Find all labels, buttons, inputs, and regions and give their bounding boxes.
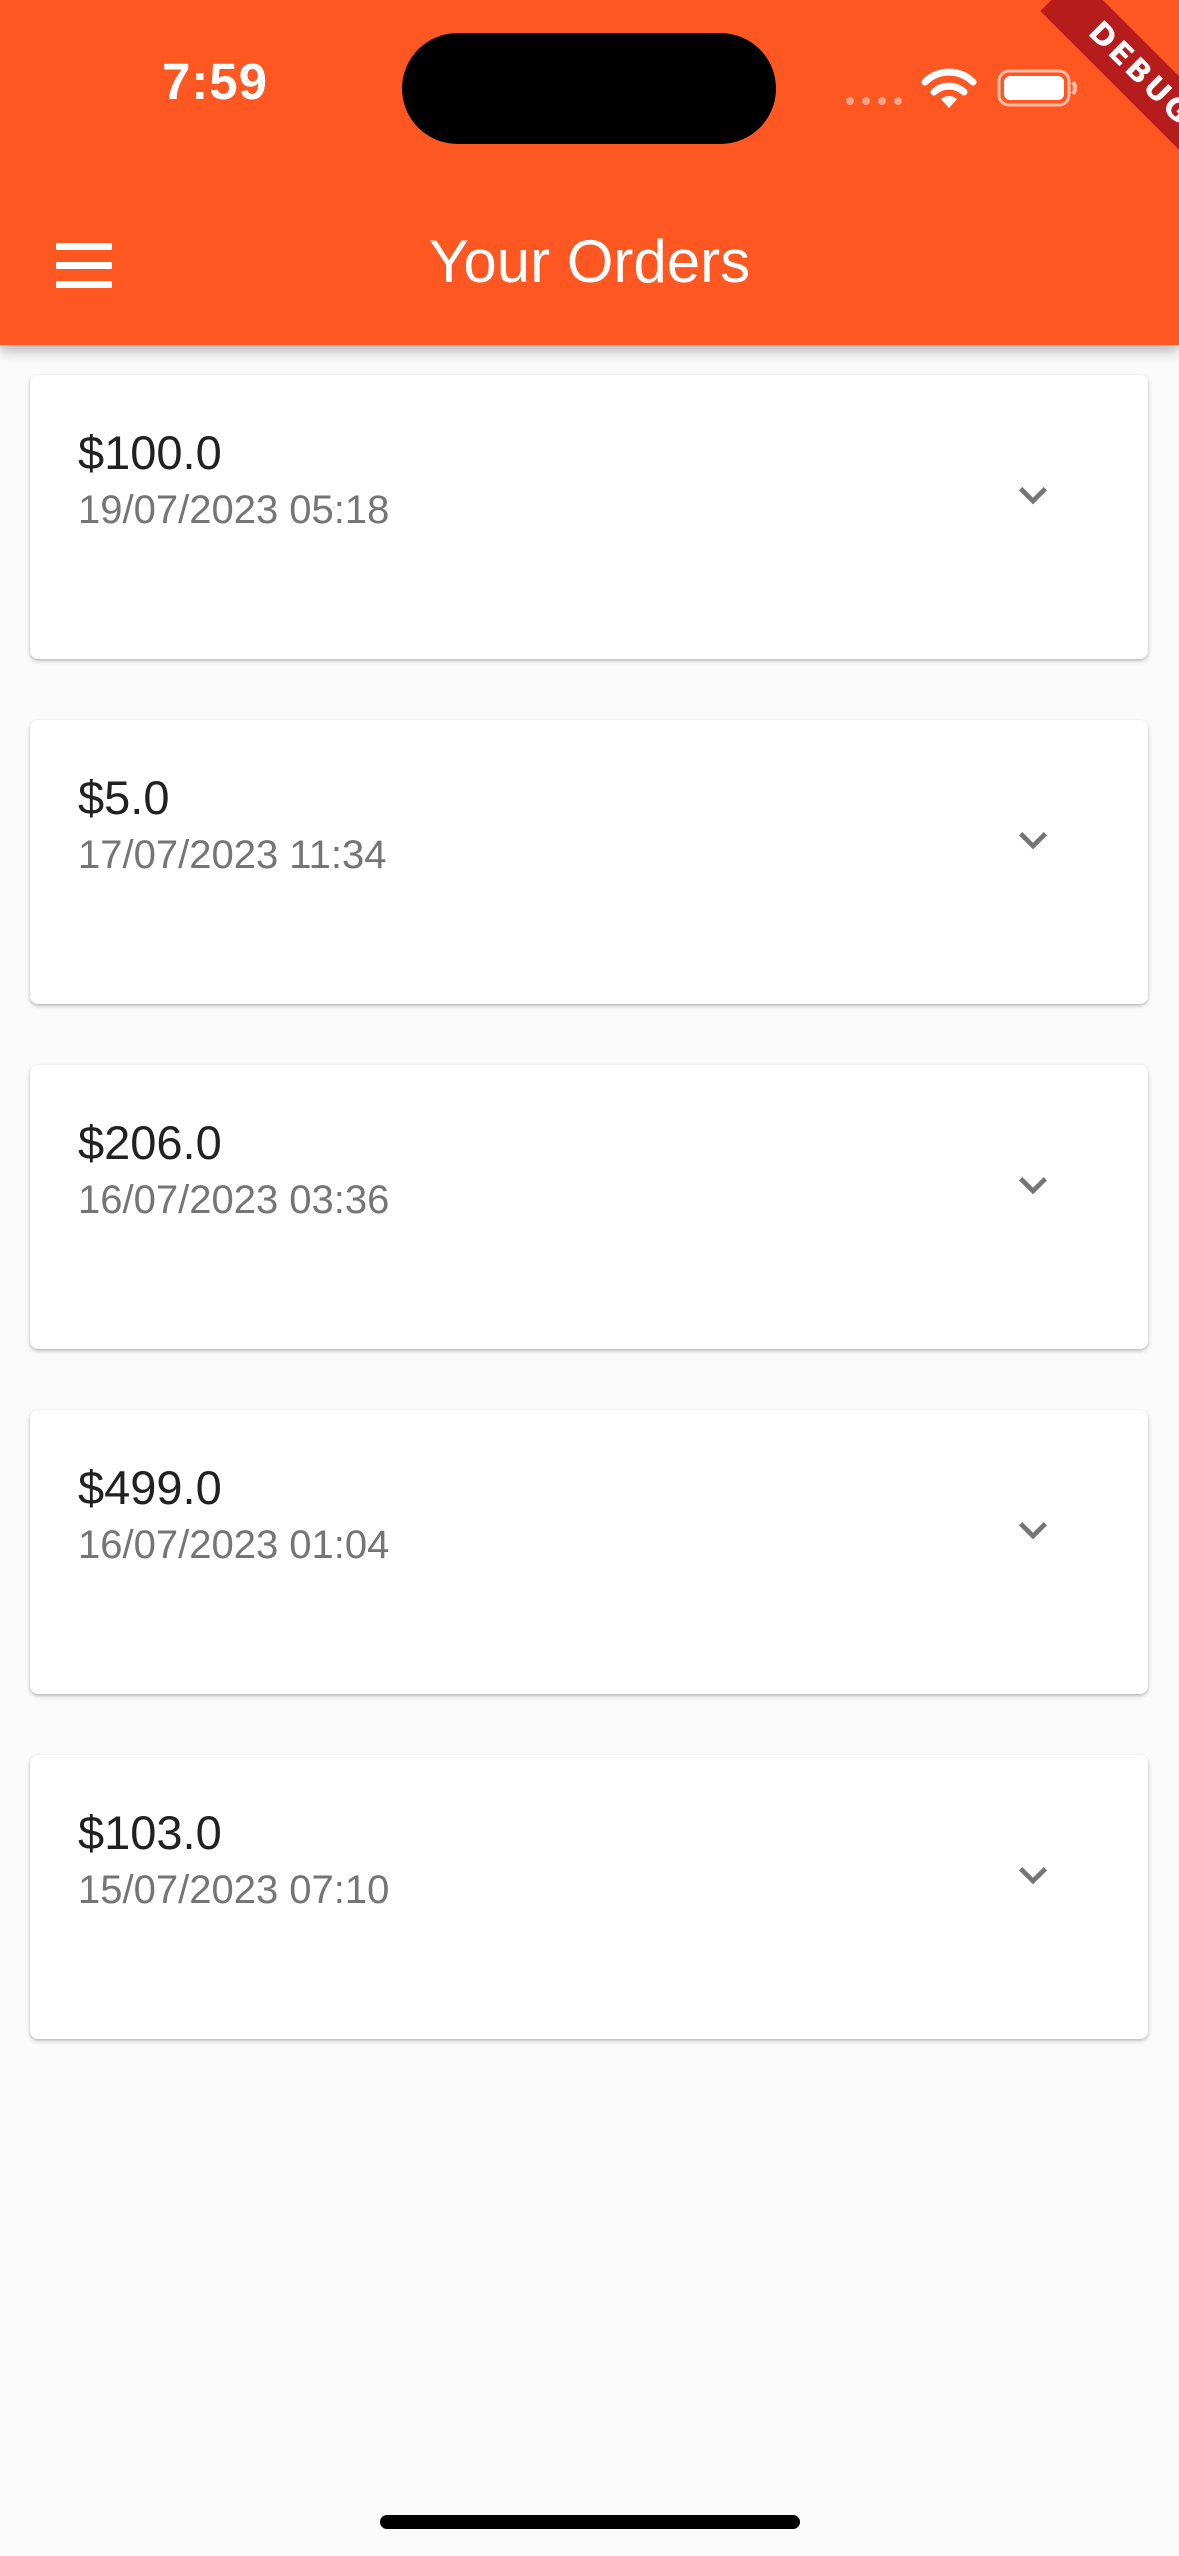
home-indicator[interactable] (380, 2515, 800, 2529)
dynamic-island (402, 33, 776, 144)
battery-icon (997, 69, 1077, 107)
expand-more-icon[interactable] (1005, 1847, 1061, 1903)
order-card[interactable]: $103.0 15/07/2023 07:10 (30, 1755, 1148, 2039)
expand-more-icon[interactable] (1005, 812, 1061, 868)
order-amount: $103.0 (78, 1806, 222, 1859)
wifi-icon (921, 68, 977, 108)
app-bar: 7:59 DEBUG Your Orders (0, 0, 1179, 345)
expand-more-icon[interactable] (1005, 1502, 1061, 1558)
expand-more-icon[interactable] (1005, 467, 1061, 523)
order-amount: $100.0 (78, 426, 222, 479)
order-amount: $499.0 (78, 1461, 222, 1514)
order-date: 16/07/2023 01:04 (78, 1523, 390, 1567)
order-card[interactable]: $206.0 16/07/2023 03:36 (30, 1065, 1148, 1349)
order-date: 15/07/2023 07:10 (78, 1868, 390, 1912)
cellular-signal-icon (846, 97, 902, 105)
order-date: 19/07/2023 05:18 (78, 488, 390, 532)
expand-more-icon[interactable] (1005, 1157, 1061, 1213)
order-card[interactable]: $499.0 16/07/2023 01:04 (30, 1410, 1148, 1694)
order-amount: $206.0 (78, 1116, 222, 1169)
order-card[interactable]: $100.0 19/07/2023 05:18 (30, 375, 1148, 659)
page-title: Your Orders (428, 228, 751, 295)
order-date: 17/07/2023 11:34 (78, 833, 387, 877)
status-time: 7:59 (161, 53, 269, 110)
order-card[interactable]: $5.0 17/07/2023 11:34 (30, 720, 1148, 1004)
order-amount: $5.0 (78, 771, 170, 824)
order-date: 16/07/2023 03:36 (78, 1178, 390, 1222)
